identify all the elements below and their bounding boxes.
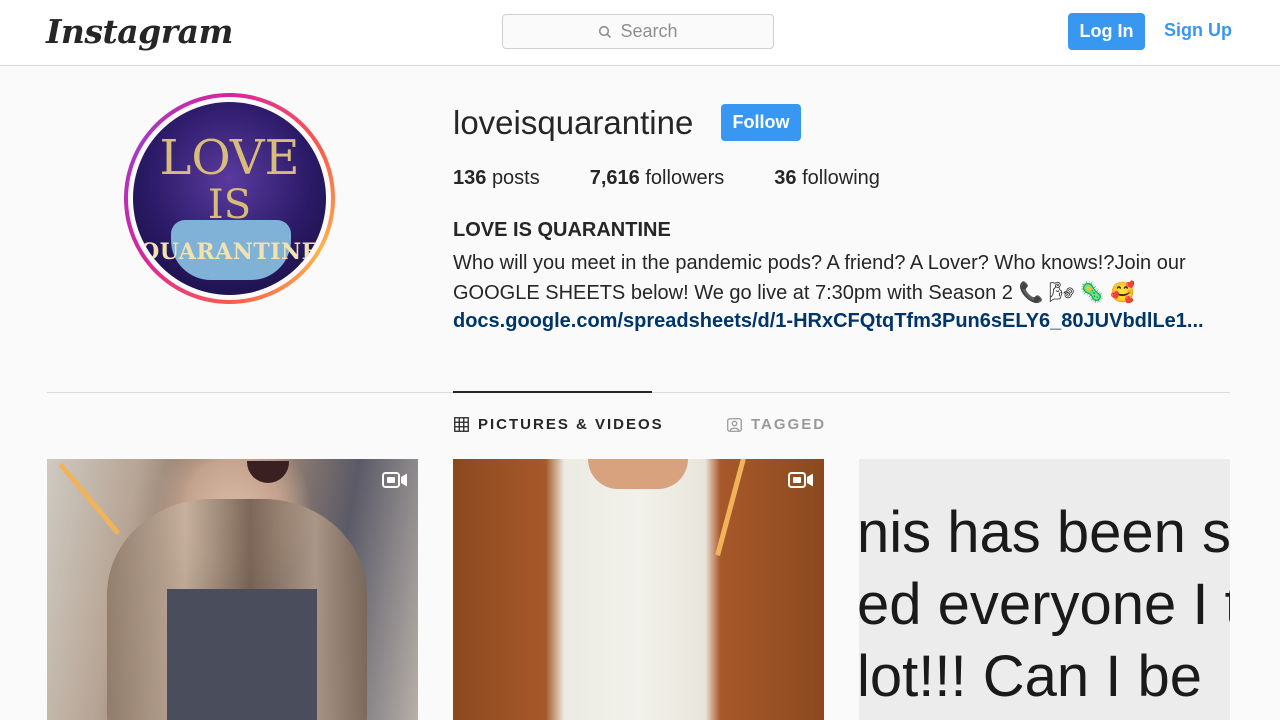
- tagged-user-icon: [727, 418, 742, 432]
- search-input[interactable]: Search: [502, 14, 774, 49]
- post-1-image-shirt: [167, 589, 317, 720]
- avatar: LOVE IS QUARANTINE: [133, 102, 326, 295]
- search-icon: [599, 25, 612, 38]
- top-nav-bar: Instagram Search Log In Sign Up: [0, 0, 1280, 66]
- tab-tagged-label: TAGGED: [751, 416, 827, 433]
- post-thumbnail-3[interactable]: nis has been s ed everyone I t lot!!! Ca…: [859, 459, 1230, 720]
- avatar-story-ring[interactable]: LOVE IS QUARANTINE: [124, 93, 335, 304]
- post-1-light-streak: [58, 462, 121, 536]
- profile-username: loveisquarantine: [453, 104, 694, 141]
- followers-count-value: 7,616: [589, 167, 640, 189]
- profile-website-link[interactable]: docs.google.com/spreadsheets/d/1-HRxCFQt…: [453, 310, 1223, 333]
- posts-count-label: posts: [491, 167, 540, 189]
- post-2-light-streak: [715, 459, 746, 556]
- posts-count: 136 posts: [453, 167, 540, 190]
- profile-full-name: LOVE IS QUARANTINE: [453, 219, 671, 241]
- following-count-value: 36: [774, 167, 797, 189]
- video-icon: [382, 472, 407, 488]
- search-placeholder: Search: [620, 21, 678, 41]
- avatar-text-quarantine: QUARANTINE: [140, 239, 319, 265]
- active-tab-indicator: [453, 391, 652, 393]
- tab-pictures-videos[interactable]: PICTURES & VIDEOS: [454, 416, 664, 433]
- post-3-text-line-1: nis has been s: [859, 500, 1230, 565]
- post-3-text-line-2: ed everyone I t: [859, 572, 1230, 637]
- avatar-text-love: LOVE: [159, 130, 300, 186]
- post-thumbnail-1[interactable]: [47, 459, 418, 720]
- posts-count-value: 136: [453, 167, 487, 189]
- following-count-label: following: [802, 167, 880, 189]
- post-1-image-face: [247, 461, 289, 483]
- post-3-text-line-3: lot!!! Can I be: [859, 644, 1202, 709]
- following-count[interactable]: 36 following: [774, 167, 880, 190]
- post-2-image-neck: [588, 459, 688, 489]
- avatar-border: LOVE IS QUARANTINE: [128, 97, 331, 300]
- profile-bio: Who will you meet in the pandemic pods? …: [453, 252, 1186, 304]
- grid-icon: [454, 417, 469, 432]
- followers-count[interactable]: 7,616 followers: [590, 167, 725, 190]
- follow-button[interactable]: Follow: [721, 104, 801, 141]
- sign-up-link[interactable]: Sign Up: [1164, 20, 1232, 41]
- post-thumbnail-2[interactable]: [453, 459, 824, 720]
- log-in-button[interactable]: Log In: [1068, 13, 1145, 50]
- followers-count-label: followers: [645, 167, 725, 189]
- video-icon: [788, 472, 813, 488]
- tab-tagged[interactable]: TAGGED: [727, 416, 826, 433]
- tab-pictures-videos-label: PICTURES & VIDEOS: [478, 416, 664, 433]
- profile-stats: 136 posts 7,616 followers 36 following: [453, 167, 930, 190]
- instagram-logo[interactable]: Instagram: [46, 12, 233, 51]
